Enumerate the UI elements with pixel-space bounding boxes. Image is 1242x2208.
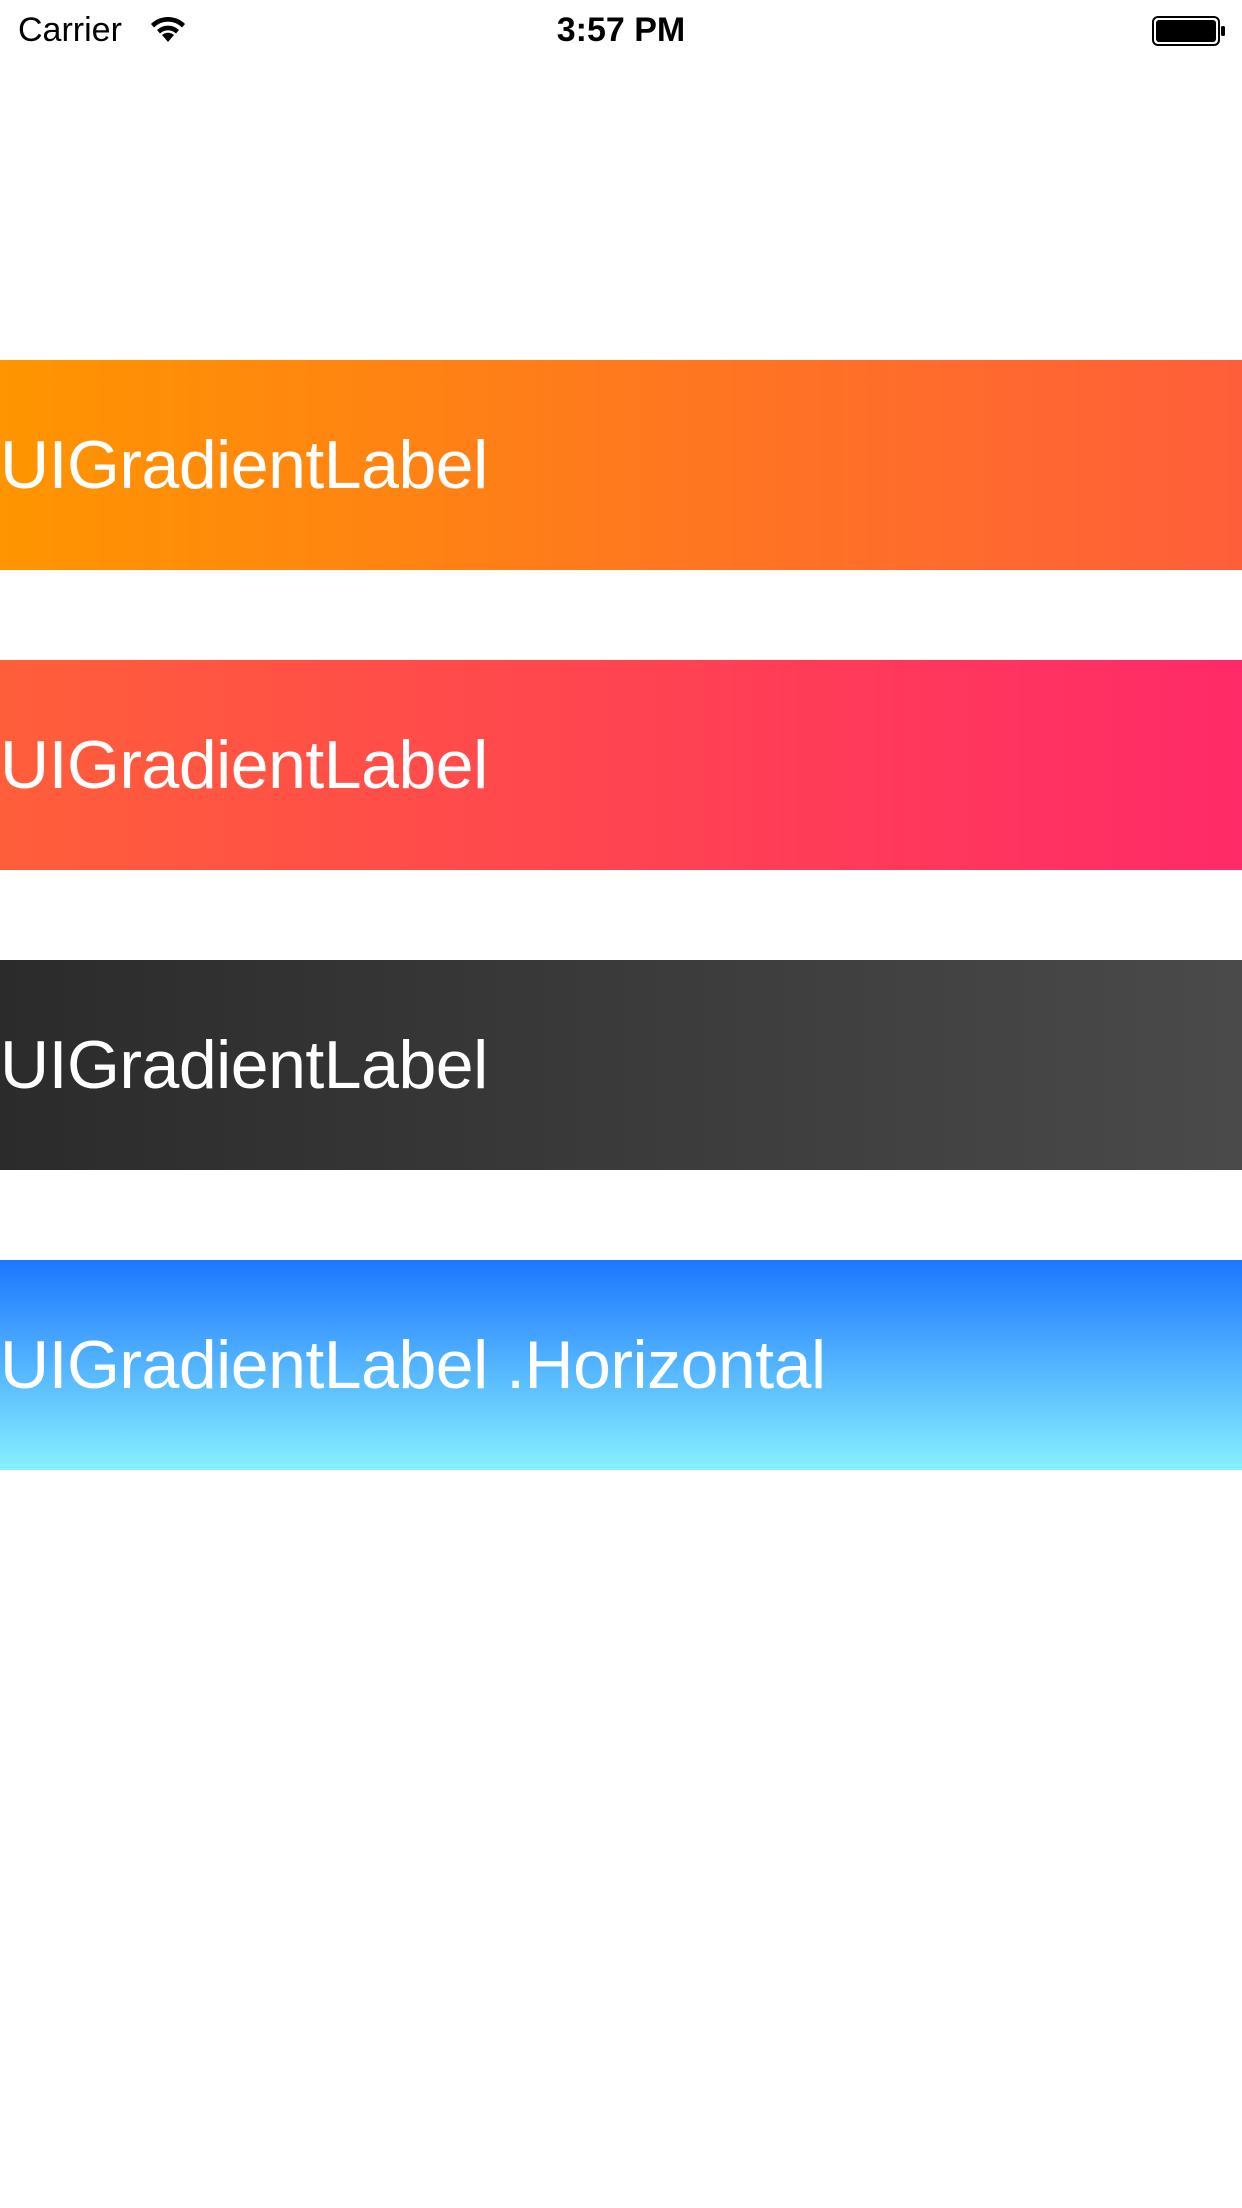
gradient-label-orange: UIGradientLabel — [0, 360, 1242, 570]
battery-icon — [1152, 16, 1225, 46]
gradient-label-text: UIGradientLabel — [0, 1027, 488, 1103]
gradient-label-text: UIGradientLabel .Horizontal — [0, 1327, 826, 1403]
gradient-label-text: UIGradientLabel — [0, 427, 488, 503]
gradient-label-dark: UIGradientLabel — [0, 960, 1242, 1170]
status-bar: Carrier 3:57 PM — [0, 0, 1242, 60]
status-time: 3:57 PM — [556, 11, 686, 49]
gradient-label-red-pink: UIGradientLabel — [0, 660, 1242, 870]
gradient-label-blue-horizontal: UIGradientLabel .Horizontal — [0, 1260, 1242, 1470]
gradient-label-text: UIGradientLabel — [0, 727, 488, 803]
